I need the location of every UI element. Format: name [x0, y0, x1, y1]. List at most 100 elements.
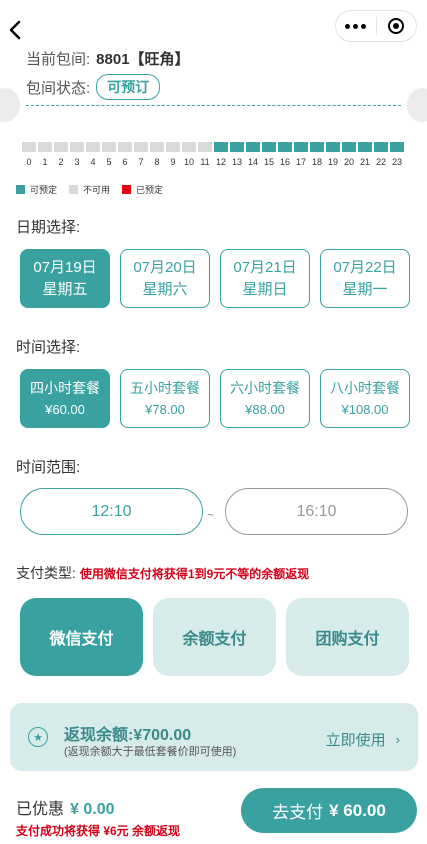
use-now-button[interactable]: 立即使用 › — [326, 729, 400, 750]
date-option-title: 07月19日 — [33, 258, 97, 276]
hour-slot: 23 — [390, 142, 404, 167]
date-option[interactable]: 07月20日 星期六 — [120, 249, 210, 308]
discount-amount: ¥ 0.00 — [70, 801, 115, 818]
hour-label: 23 — [391, 157, 402, 167]
discount-summary: 已优惠 ¥ 0.00 — [16, 795, 115, 819]
star-badge-icon: ★ — [28, 727, 48, 747]
hour-cell — [134, 142, 148, 152]
current-room: 当前包间: 8801【旺角】 — [26, 48, 190, 69]
record-circle-icon[interactable] — [376, 18, 416, 34]
payment-methods: 微信支付 余额支付 团购支付 — [20, 598, 409, 676]
package-option-title: 四小时套餐 — [30, 379, 100, 396]
hour-label: 10 — [183, 157, 194, 167]
hour-label: 21 — [359, 157, 370, 167]
ticket-notch-right — [407, 88, 427, 122]
hour-label: 18 — [311, 157, 322, 167]
legend-item: 已预定 — [122, 183, 163, 196]
more-dots-icon[interactable] — [336, 23, 376, 29]
hour-slot: 19 — [326, 142, 340, 167]
back-button[interactable] — [6, 18, 26, 42]
hour-cell — [214, 142, 228, 152]
package-option[interactable]: 六小时套餐 ¥88.00 — [220, 369, 310, 428]
legend-label: 已预定 — [136, 185, 164, 195]
package-option-subtitle: ¥78.00 — [145, 401, 185, 417]
hour-slot: 22 — [374, 142, 388, 167]
payment-method-button[interactable]: 微信支付 — [20, 598, 143, 676]
chevron-left-icon — [9, 20, 21, 40]
date-option[interactable]: 07月22日 星期一 — [320, 249, 410, 308]
date-option[interactable]: 07月21日 星期日 — [220, 249, 310, 308]
discount-label: 已优惠 — [16, 801, 65, 818]
hour-slot: 15 — [262, 142, 276, 167]
hour-label: 11 — [200, 157, 210, 167]
current-room-label: 当前包间: — [26, 51, 91, 68]
package-option[interactable]: 五小时套餐 ¥78.00 — [120, 369, 210, 428]
hour-label: 7 — [138, 157, 144, 167]
pay-button[interactable]: 去支付 ¥ 60.00 — [241, 788, 417, 833]
hour-slot: 17 — [294, 142, 308, 167]
package-option-title: 五小时套餐 — [130, 379, 200, 396]
package-option[interactable]: 四小时套餐 ¥60.00 — [20, 369, 110, 428]
hour-cell — [54, 142, 68, 152]
package-option[interactable]: 八小时套餐 ¥108.00 — [320, 369, 410, 428]
payment-method-button[interactable]: 余额支付 — [153, 598, 276, 676]
hour-label: 5 — [106, 157, 112, 167]
end-time-picker[interactable]: 16:10 — [225, 488, 408, 535]
hour-slot: 14 — [246, 142, 260, 167]
hour-slot: 5 — [102, 142, 116, 167]
chevron-right-icon: › — [395, 732, 400, 747]
legend-swatch — [69, 185, 79, 194]
hour-slot: 4 — [86, 142, 100, 167]
hour-cell — [310, 142, 324, 152]
hour-cell — [294, 142, 308, 152]
payment-type: 支付类型: 使用微信支付将获得1到9元不等的余额返现 — [16, 563, 309, 583]
legend-label: 可预定 — [30, 185, 58, 195]
cashback-card[interactable]: ★ 返现余额:¥700.00 (返现余额大于最低套餐价即可使用) 立即使用 › — [10, 703, 418, 771]
hour-slot: 10 — [182, 142, 196, 167]
hour-label: 17 — [295, 157, 306, 167]
pay-button-amount: ¥ 60.00 — [329, 800, 386, 820]
legend-item: 不可用 — [69, 183, 110, 196]
date-option-subtitle: 星期六 — [142, 280, 188, 298]
range-section-title: 时间范围: — [16, 459, 81, 476]
payment-type-label: 支付类型: — [16, 565, 76, 581]
hour-cell — [86, 142, 100, 152]
hour-label: 12 — [215, 157, 226, 167]
range-separator: ~ — [207, 508, 215, 522]
package-option-title: 六小时套餐 — [230, 379, 300, 396]
reward-note: 支付成功将获得 ¥6元 余额返现 — [16, 824, 181, 838]
hour-cell — [262, 142, 276, 152]
hour-cell — [102, 142, 116, 152]
payment-method-button[interactable]: 团购支付 — [286, 598, 409, 676]
hour-label: 16 — [279, 157, 290, 167]
hour-slot: 12 — [214, 142, 228, 167]
hour-slot: 20 — [342, 142, 356, 167]
hour-cell — [278, 142, 292, 152]
package-option-subtitle: ¥88.00 — [245, 401, 285, 417]
legend-label: 不可用 — [83, 185, 111, 195]
hour-slot: 11 — [198, 142, 212, 167]
hour-cell — [342, 142, 356, 152]
ticket-notch-left — [0, 88, 20, 122]
hour-cell — [358, 142, 372, 152]
hour-slot: 9 — [166, 142, 180, 167]
hour-label: 8 — [154, 157, 160, 167]
hour-slot: 21 — [358, 142, 372, 167]
hour-slot: 6 — [118, 142, 132, 167]
date-option-subtitle: 星期五 — [42, 280, 88, 298]
hour-label: 0 — [26, 157, 32, 167]
hour-availability-bar: 0 1 2 3 4 5 6 7 8 9 10 11 12 13 14 15 16 17 18 19 20 21 22 23 — [22, 142, 404, 167]
date-option-title: 07月21日 — [233, 258, 297, 276]
hour-cell — [70, 142, 84, 152]
hour-cell — [390, 142, 404, 152]
date-option-subtitle: 星期一 — [342, 280, 388, 298]
hour-label: 20 — [343, 157, 354, 167]
date-option[interactable]: 07月19日 星期五 — [20, 249, 110, 308]
start-time-picker[interactable]: 12:10 — [20, 488, 203, 535]
date-option-subtitle: 星期日 — [242, 280, 288, 298]
hour-slot: 1 — [38, 142, 52, 167]
hour-label: 19 — [327, 157, 338, 167]
hour-cell — [118, 142, 132, 152]
hour-label: 14 — [247, 157, 258, 167]
legend-swatch — [16, 185, 25, 194]
